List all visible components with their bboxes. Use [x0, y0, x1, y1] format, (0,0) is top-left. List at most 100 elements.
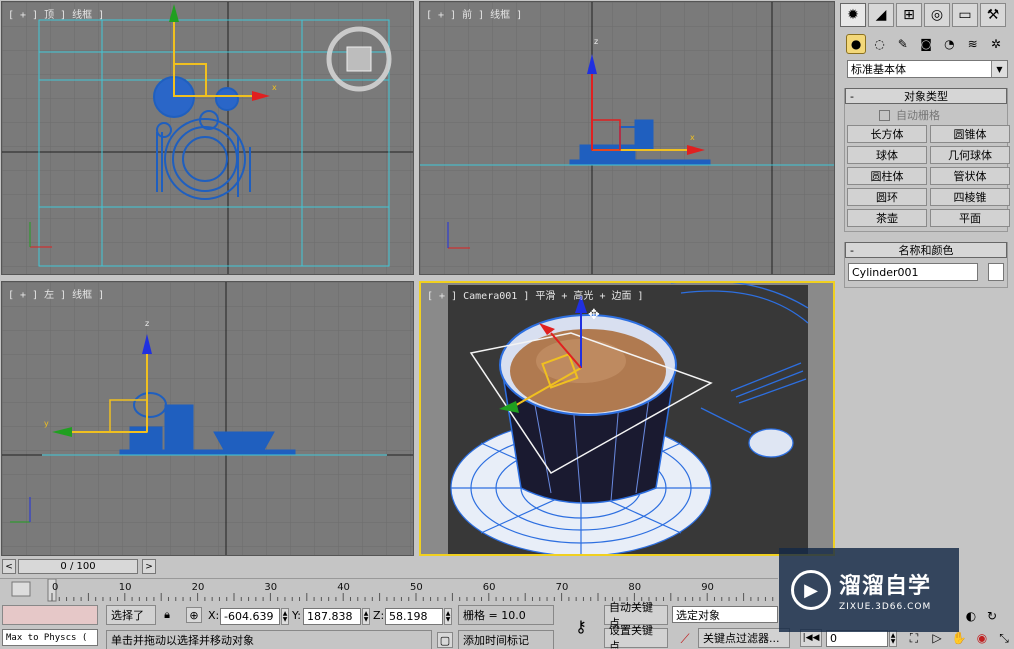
z-coordinate-field[interactable]: 58.198: [385, 608, 443, 625]
name-row: Cylinder001: [845, 258, 1007, 283]
viewport-camera[interactable]: [ + ] Camera001 ] 平滑 + 高光 + 边面 ] ✥: [419, 281, 835, 556]
object-type-rollout: - 对象类型 自动栅格 长方体 圆锥体 球体 几何球体 圆柱体 管状体 圆环 四…: [844, 88, 1010, 232]
geometry-icon[interactable]: ●: [846, 34, 867, 54]
svg-text:y: y: [44, 419, 49, 428]
command-panel: ✹ ◢ ⊞ ◎ ▭ ⚒ ● ◌ ✎ ◙ ◔ ≋ ✲ 标准基本体 ▼ - 对象类型: [838, 0, 1014, 578]
orbit-icon[interactable]: ◉: [973, 629, 991, 647]
track-bar-tick-label: 90: [701, 582, 714, 593]
current-frame-field[interactable]: 0: [826, 630, 888, 647]
viewport-label-camera[interactable]: [ + ] Camera001 ] 平滑 + 高光 + 边面 ]: [427, 287, 644, 302]
cup-mesh[interactable]: [499, 314, 677, 504]
x-spinner[interactable]: ▲ ▼: [281, 608, 289, 625]
object-name-field[interactable]: Cylinder001: [848, 263, 978, 281]
create-subcategories: ● ◌ ✎ ◙ ◔ ≋ ✲: [838, 30, 1014, 58]
command-panel-tabs: ✹ ◢ ⊞ ◎ ▭ ⚒: [838, 0, 1014, 30]
viewport-label-left[interactable]: [ + ] 左 ] 线框 ]: [8, 286, 104, 301]
key-icon[interactable]: ⚷: [566, 615, 596, 637]
object-color-swatch[interactable]: [988, 263, 1004, 281]
name-color-title: 名称和颜色: [898, 244, 954, 257]
viewport-label-front[interactable]: [ + ] 前 ] 线框 ]: [426, 6, 522, 21]
front-grid: z x: [420, 2, 834, 274]
viewport-label-top[interactable]: [ + ] 顶 ] 线框 ]: [8, 6, 104, 21]
svg-text:z: z: [594, 37, 598, 46]
viewport-front[interactable]: [ + ] 前 ] 线框 ] z x: [419, 1, 835, 275]
time-slider-prev-button[interactable]: <: [2, 559, 16, 574]
plane-button[interactable]: 平面: [930, 209, 1010, 227]
cameras-icon[interactable]: ◙: [916, 34, 936, 54]
frame-spinner[interactable]: ▲ ▼: [889, 630, 897, 647]
camera-render: ✥: [421, 283, 833, 554]
collapse-icon: -: [850, 89, 854, 103]
selected-object-dropdown[interactable]: 选定对象: [672, 606, 778, 623]
maxscript-listener-pink[interactable]: [2, 605, 98, 625]
torus-button[interactable]: 圆环: [847, 188, 927, 206]
shapes-icon[interactable]: ◌: [869, 34, 889, 54]
teapot-button[interactable]: 茶壶: [847, 209, 927, 227]
auto-grid-checkbox[interactable]: 自动栅格: [845, 104, 1007, 125]
set-key-button[interactable]: 设置关键点: [604, 624, 668, 649]
y-coordinate-field[interactable]: 187.838: [303, 608, 361, 625]
watermark-brand: 溜溜自学: [839, 574, 932, 599]
systems-icon[interactable]: ✲: [986, 34, 1006, 54]
hierarchy-icon[interactable]: ⊞: [896, 3, 922, 27]
chevron-down-icon[interactable]: ▼: [991, 61, 1007, 77]
time-slider-next-button[interactable]: >: [142, 559, 156, 574]
z-spinner[interactable]: ▲ ▼: [444, 608, 452, 625]
spacewarps-icon[interactable]: ≋: [962, 34, 982, 54]
sphere-button[interactable]: 球体: [847, 146, 927, 164]
left-grid: z y: [2, 282, 413, 555]
add-time-tag[interactable]: 添加时间标记: [458, 630, 554, 649]
name-color-rollout-header[interactable]: - 名称和颜色: [845, 242, 1007, 258]
viewport-left[interactable]: [ + ] 左 ] 线框 ] z y: [1, 281, 414, 556]
absolute-mode-icon[interactable]: ⊕: [186, 607, 202, 623]
category-dropdown[interactable]: 标准基本体 ▼: [847, 60, 1008, 78]
key-filters-button[interactable]: 关键点过滤器...: [698, 628, 790, 648]
key-mode-icon[interactable]: ⟋: [674, 629, 696, 649]
maximize-viewport-icon[interactable]: ⤡: [995, 629, 1013, 647]
cylinder-button[interactable]: 圆柱体: [847, 167, 927, 185]
auto-grid-label: 自动栅格: [896, 109, 940, 122]
time-tag-icon[interactable]: ▢: [437, 632, 453, 648]
checkbox-icon: [879, 109, 890, 121]
tube-button[interactable]: 管状体: [930, 167, 1010, 185]
cone-button[interactable]: 圆锥体: [930, 125, 1010, 143]
y-label: Y:: [292, 609, 301, 622]
field-of-view-icon[interactable]: ◐: [962, 607, 980, 625]
track-bar-tick-label: 60: [483, 582, 496, 593]
track-bar-tick-label: 40: [337, 582, 350, 593]
lock-icon[interactable]: 🔒︎: [160, 607, 174, 623]
viewport-top[interactable]: [ + ] 顶 ] 线框 ] x: [1, 1, 414, 275]
track-bar-tick-label: 20: [192, 582, 205, 593]
motion-icon[interactable]: ◎: [924, 3, 950, 27]
track-bar-tick-label: 80: [628, 582, 641, 593]
curve-editor-icon[interactable]: [11, 581, 31, 597]
watermark: ▶ 溜溜自学 ZIXUE.3D66.COM: [779, 548, 959, 632]
track-bar-tick-label: 50: [410, 582, 423, 593]
name-color-rollout: - 名称和颜色 Cylinder001: [844, 242, 1008, 288]
svg-text:x: x: [272, 83, 277, 92]
watermark-url: ZIXUE.3D66.COM: [839, 602, 932, 612]
lights-icon[interactable]: ✎: [893, 34, 913, 54]
track-bar-tick-label: 30: [264, 582, 277, 593]
y-spinner[interactable]: ▲ ▼: [362, 608, 370, 625]
create-icon[interactable]: ✹: [840, 3, 866, 27]
collapse-icon: -: [850, 243, 854, 257]
rotate-view-icon[interactable]: ↻: [984, 607, 1000, 625]
object-type-rollout-header[interactable]: - 对象类型: [845, 88, 1007, 104]
box-button[interactable]: 长方体: [847, 125, 927, 143]
move-cursor-icon: ✥: [588, 307, 600, 323]
maxscript-mini-listener[interactable]: Max to Physcs (: [2, 629, 98, 646]
display-icon[interactable]: ▭: [952, 3, 978, 27]
time-slider-thumb[interactable]: 0 / 100: [18, 559, 138, 574]
track-bar-tick-label: 10: [119, 582, 132, 593]
top-grid: x: [2, 2, 413, 274]
svg-text:z: z: [145, 319, 149, 328]
geosphere-button[interactable]: 几何球体: [930, 146, 1010, 164]
object-type-title: 对象类型: [904, 90, 948, 103]
utilities-icon[interactable]: ⚒: [980, 3, 1006, 27]
modify-icon[interactable]: ◢: [868, 3, 894, 27]
pyramid-button[interactable]: 四棱锥: [930, 188, 1010, 206]
helpers-icon[interactable]: ◔: [939, 34, 959, 54]
x-coordinate-field[interactable]: -604.639: [220, 608, 280, 625]
3dsmax-window: [ + ] 顶 ] 线框 ] x [+] 前] 线框] z x [+ …: [0, 0, 1014, 649]
